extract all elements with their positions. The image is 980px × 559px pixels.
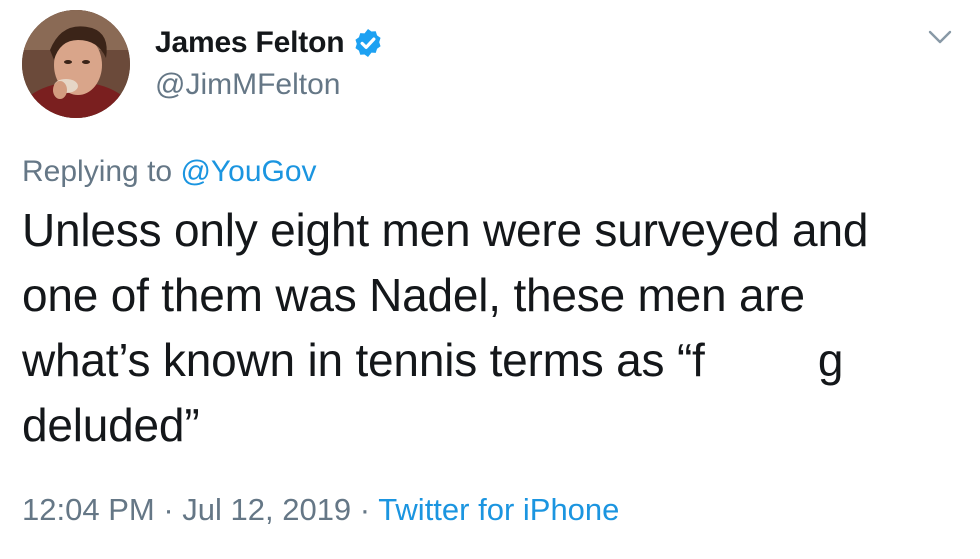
tweet-source-link[interactable]: Twitter for iPhone — [378, 492, 619, 527]
display-name[interactable]: James Felton — [155, 26, 345, 60]
tweet-meta: 12:04 PM · Jul 12, 2019 · Twitter for iP… — [22, 492, 619, 528]
meta-separator: · — [351, 492, 379, 527]
replying-to-label: Replying to — [22, 155, 181, 188]
chevron-down-icon[interactable] — [925, 26, 955, 48]
avatar-photo — [22, 10, 130, 118]
tweet-text-line: deluded” — [22, 399, 200, 451]
tweet-text-line: what’s known in tennis terms as “f g — [22, 334, 844, 386]
tweet-text-line: Unless only eight men were surveyed and — [22, 204, 869, 256]
avatar[interactable] — [22, 10, 130, 118]
verified-badge-icon — [352, 27, 384, 59]
replying-to-line: Replying to @YouGov — [22, 155, 317, 189]
user-handle[interactable]: @JimMFelton — [155, 68, 340, 102]
tweet-text-line: one of them was Nadel, these men are — [22, 269, 805, 321]
display-name-row[interactable]: James Felton — [155, 22, 384, 64]
tweet-text: Unless only eight men were surveyed and … — [22, 198, 952, 458]
meta-separator: · — [154, 492, 183, 527]
tweet-date[interactable]: Jul 12, 2019 — [182, 492, 351, 527]
tweet-card: James Felton @JimMFelton Replying to @Yo… — [0, 0, 980, 559]
reply-mention-link[interactable]: @YouGov — [180, 155, 316, 188]
tweet-time[interactable]: 12:04 PM — [22, 492, 155, 527]
